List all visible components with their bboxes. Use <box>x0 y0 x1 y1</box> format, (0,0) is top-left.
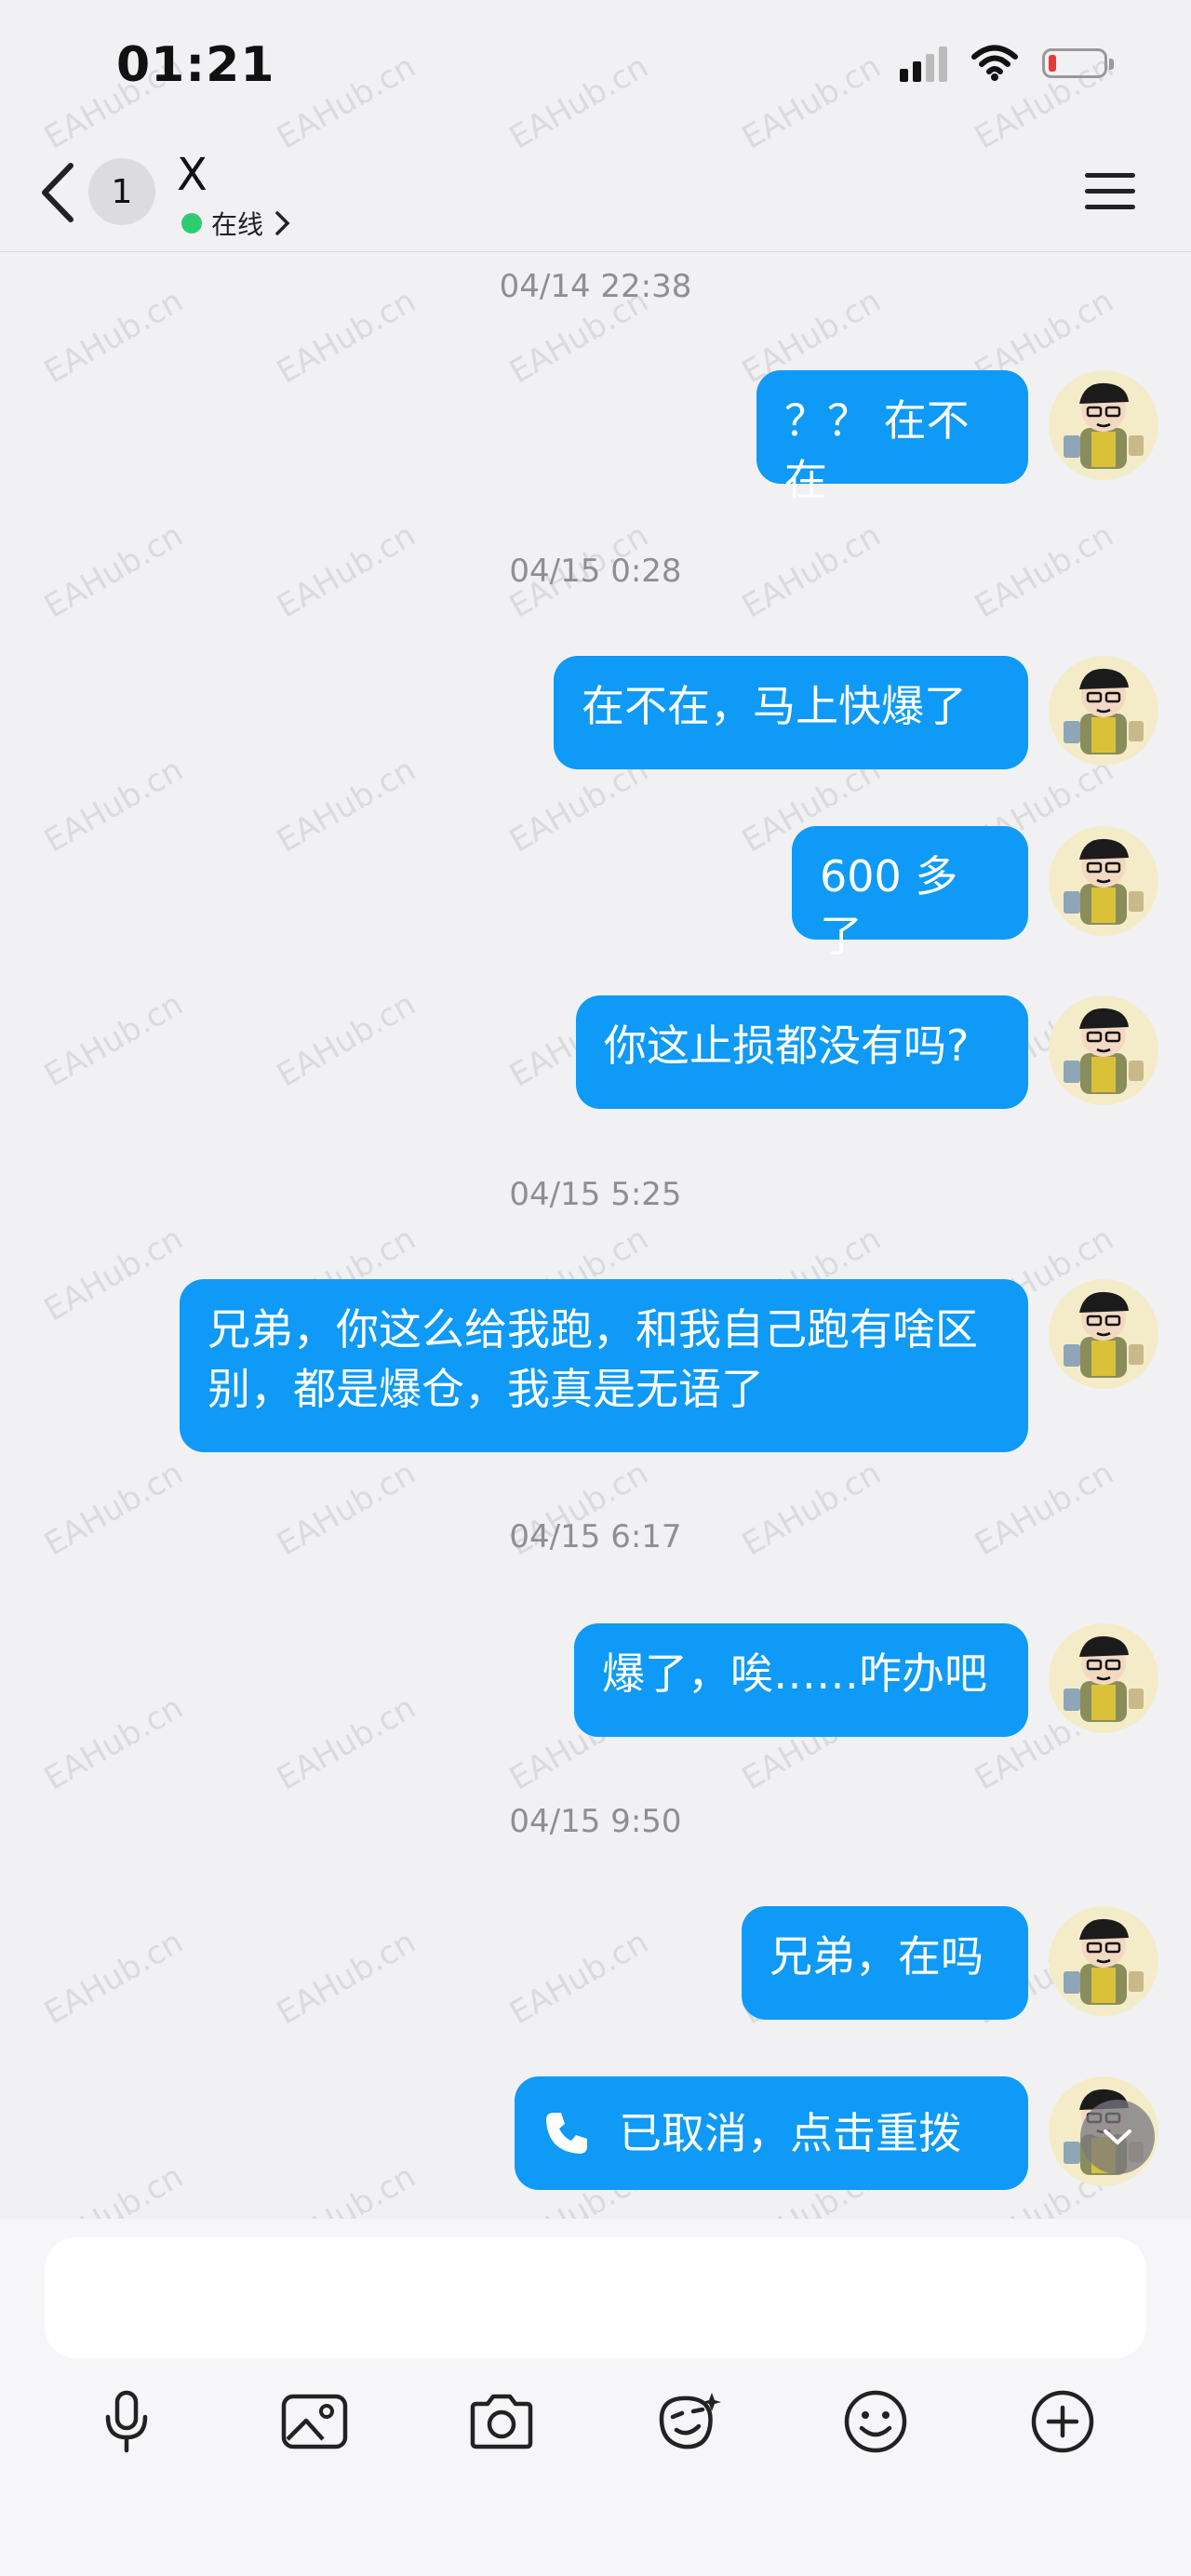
online-dot-icon <box>181 213 202 234</box>
battery-icon <box>1042 48 1114 78</box>
timestamp: 04/15 0:28 <box>509 553 682 590</box>
message-input[interactable] <box>45 2237 1146 2358</box>
message-bubble[interactable]: 爆了，唉……咋办吧 <box>574 1623 1028 1737</box>
status-bar: 01:21 <box>0 0 1191 140</box>
avatar-illustration <box>1064 1008 1144 1094</box>
watermark: EAHub.cn <box>38 985 190 1095</box>
watermark: EAHub.cn <box>38 1220 190 1329</box>
signal-icon <box>900 45 947 82</box>
avatar[interactable] <box>1049 656 1158 766</box>
message-row: 你这止损都没有吗? <box>576 995 1158 1109</box>
chevron-right-icon <box>275 211 290 235</box>
avatar[interactable] <box>1049 370 1158 480</box>
avatar-illustration <box>1064 382 1144 469</box>
message-bubble[interactable]: 兄弟，在吗 <box>742 1906 1028 2020</box>
message-bubble[interactable]: 你这止损都没有吗? <box>576 995 1028 1109</box>
message-row: 600 多了 <box>792 826 1158 961</box>
watermark: EAHub.cn <box>503 1923 655 2033</box>
avatar-illustration <box>1064 838 1144 925</box>
online-status[interactable]: 在线 <box>181 205 293 242</box>
avatar[interactable] <box>1049 1623 1158 1733</box>
watermark: EAHub.cn <box>271 1923 422 2033</box>
back-icon[interactable] <box>35 160 82 225</box>
message-row: 兄弟，你这么给我跑，和我自己跑有啥区别，都是爆仓，我真是无语了 <box>180 1279 1158 1452</box>
watermark: EAHub.cn <box>38 1688 190 1798</box>
microphone-icon[interactable] <box>87 2382 167 2462</box>
message-row: 兄弟，在吗 <box>742 1906 1158 2020</box>
timestamp: 04/15 5:25 <box>509 1176 682 1213</box>
message-bubble[interactable]: ？？ 在不在 <box>756 370 1028 505</box>
sticker-icon[interactable] <box>649 2382 729 2462</box>
toolbar <box>0 2382 1191 2475</box>
image-icon[interactable] <box>274 2382 355 2462</box>
avatar-illustration <box>1064 1635 1144 1722</box>
call-status-text: 已取消，点击重拨 <box>619 2108 961 2158</box>
call-bubble[interactable]: 已取消，点击重拨 <box>515 2076 1028 2190</box>
plus-icon[interactable] <box>1023 2382 1103 2462</box>
menu-icon[interactable] <box>1083 169 1137 214</box>
message-bubble[interactable]: 600 多了 <box>792 826 1028 961</box>
avatar[interactable] <box>1049 995 1158 1105</box>
phone-icon <box>546 2113 587 2154</box>
avatar-illustration <box>1064 1291 1144 1378</box>
watermark: EAHub.cn <box>271 985 422 1095</box>
message-bubble[interactable]: 在不在，马上快爆了 <box>554 656 1028 769</box>
watermark: EAHub.cn <box>271 1688 422 1798</box>
unread-badge[interactable]: 1 <box>88 158 155 225</box>
timestamp: 04/15 9:50 <box>509 1803 682 1840</box>
wifi-icon <box>971 45 1018 81</box>
avatar[interactable] <box>1049 1279 1158 1389</box>
scroll-down-button[interactable] <box>1080 2100 1155 2174</box>
emoji-icon[interactable] <box>836 2382 916 2462</box>
avatar[interactable] <box>1049 1906 1158 2016</box>
camera-icon[interactable] <box>462 2382 542 2462</box>
timestamp: 04/15 6:17 <box>509 1518 682 1555</box>
avatar[interactable] <box>1049 826 1158 936</box>
watermark: EAHub.cn <box>38 1923 190 2033</box>
watermark: EAHub.cn <box>38 751 190 861</box>
avatar-illustration <box>1064 1918 1144 2005</box>
chevron-down-icon <box>1104 2129 1131 2145</box>
message-row: 在不在，马上快爆了 <box>554 656 1158 769</box>
message-row: 已取消，点击重拨 <box>515 2076 1158 2190</box>
message-row: 爆了，唉……咋办吧 <box>574 1623 1158 1737</box>
message-bubble[interactable]: 兄弟，你这么给我跑，和我自己跑有啥区别，都是爆仓，我真是无语了 <box>180 1279 1028 1452</box>
message-row: ？？ 在不在 <box>756 370 1158 505</box>
timestamp: 04/14 22:38 <box>499 268 692 305</box>
watermark: EAHub.cn <box>271 751 422 861</box>
avatar-illustration <box>1064 668 1144 754</box>
online-status-label: 在线 <box>211 209 264 240</box>
status-time: 01:21 <box>116 37 275 93</box>
contact-name[interactable]: X <box>177 149 207 201</box>
